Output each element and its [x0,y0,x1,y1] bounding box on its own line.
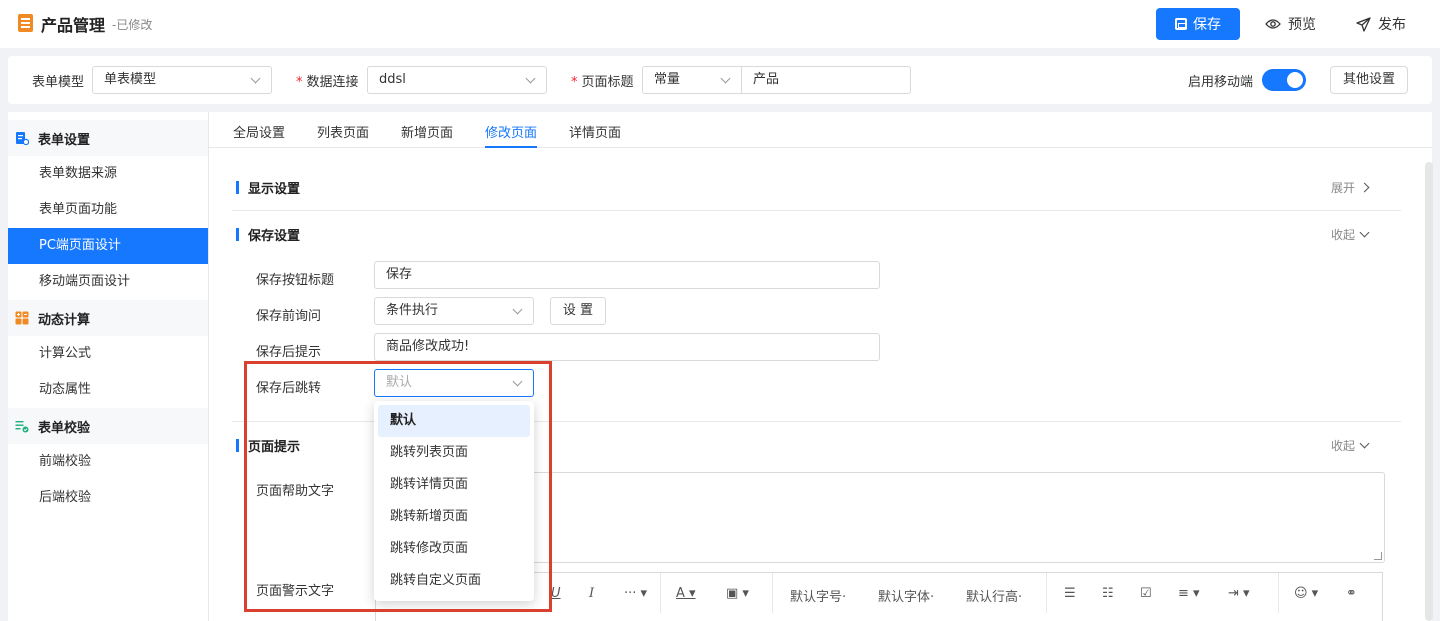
sidebar-item-pc-design[interactable]: PC端页面设计 [8,228,208,264]
data-conn-select[interactable]: ddsl [367,66,547,94]
save-button[interactable]: 保存 [1156,8,1240,40]
emoji-icon[interactable]: ☺ ▾ [1294,586,1318,601]
numbered-list-icon[interactable]: ☷ [1102,586,1114,601]
chevron-down-icon [250,73,261,84]
tab-add-page[interactable]: 新增页面 [401,122,453,148]
sidebar-group-dynamic-calc[interactable]: 动态计算 [8,300,208,336]
sidebar-item-dynamic-attr[interactable]: 动态属性 [8,372,208,408]
app-header: 产品管理 -已修改 保存 预览 发布 [0,0,1440,48]
preview-button[interactable]: 预览 [1265,14,1316,34]
pre-ask-label: 保存前询问 [256,309,322,324]
calculator-icon [15,311,29,325]
collapse-toggle[interactable]: 收起 [1331,226,1370,243]
collapse-toggle[interactable]: 收起 [1331,437,1370,454]
tab-list-page[interactable]: 列表页面 [317,122,369,148]
post-tip-label: 保存后提示 [256,345,322,360]
font-color-icon[interactable]: A ▾ [676,586,696,601]
bg-color-icon[interactable]: ▣ ▾ [726,586,749,601]
italic-icon[interactable]: I [589,586,594,601]
mobile-label: 启用移动端 [1188,75,1254,90]
form-model-select[interactable]: 单表模型 [92,66,272,94]
more-icon[interactable]: ··· ▾ [624,586,647,601]
tab-edit-page[interactable]: 修改页面 [485,122,538,148]
eye-icon [1265,19,1281,29]
form-settings-icon [16,132,29,145]
chevron-down-icon [1359,438,1370,449]
save-btn-title-input[interactable]: 保存 [374,261,880,289]
page-title-label: * 页面标题 [571,75,634,90]
indent-icon[interactable]: ⇥ ▾ [1228,586,1250,601]
chevron-right-icon [1359,182,1370,193]
save-icon [1175,18,1187,30]
form-model-label: 表单模型 [32,75,85,90]
divider [232,210,1401,211]
sidebar-item-backend-validation[interactable]: 后端校验 [8,480,208,516]
font-size-select[interactable]: 默认字号· [790,586,846,605]
post-tip-input[interactable]: 商品修改成功! [374,333,880,361]
align-icon[interactable]: ≡ ▾ [1178,586,1200,601]
pre-ask-select[interactable]: 条件执行 [374,297,534,325]
scrollbar[interactable] [1425,162,1433,621]
line-height-select[interactable]: 默认行高· [966,586,1022,605]
link-icon[interactable]: ⚭ [1346,586,1357,601]
modified-status: -已修改 [112,18,153,32]
page-title-input[interactable]: 产品 [741,66,911,94]
data-conn-label: * 数据连接 [296,75,359,90]
page-title-type-select[interactable]: 常量 [642,66,742,94]
checklist-icon[interactable]: ☑ [1140,586,1152,601]
sidebar-group-form-settings[interactable]: 表单设置 [8,120,208,156]
chevron-down-icon [1359,227,1370,238]
resize-grip-icon[interactable] [1374,552,1382,560]
sidebar-item-formula[interactable]: 计算公式 [8,336,208,372]
sidebar-group-validation[interactable]: 表单校验 [8,408,208,444]
send-icon [1356,16,1371,32]
expand-toggle[interactable]: 展开 [1331,179,1370,196]
sidebar-item-data-source[interactable]: 表单数据来源 [8,156,208,192]
underline-icon[interactable]: U [551,586,561,601]
sidebar-item-page-function[interactable]: 表单页面功能 [8,192,208,228]
page-title: 产品管理 [41,16,106,35]
section-title-save: 保存设置 [236,225,300,244]
chevron-down-icon [512,304,523,315]
chevron-down-icon [525,73,536,84]
annotation-highlight-box [244,361,552,612]
tab-detail-page[interactable]: 详情页面 [569,122,621,148]
tab-global-settings[interactable]: 全局设置 [233,122,285,148]
sidebar-item-mobile-design[interactable]: 移动端页面设计 [8,264,208,300]
publish-button[interactable]: 发布 [1356,14,1406,34]
page-tabs: 全局设置 列表页面 新增页面 修改页面 详情页面 [209,112,1433,148]
font-family-select[interactable]: 默认字体· [878,586,934,605]
other-settings-button[interactable]: 其他设置 [1330,66,1408,94]
mobile-toggle[interactable] [1262,69,1306,91]
validation-icon [15,421,29,433]
save-btn-title-label: 保存按钮标题 [256,273,335,288]
bullet-list-icon[interactable]: ☰ [1064,586,1076,601]
section-title-display: 显示设置 [236,178,300,197]
document-icon [18,14,33,32]
sidebar: 表单设置 表单数据来源 表单页面功能 PC端页面设计 移动端页面设计 动态计算 … [8,112,208,621]
sidebar-item-frontend-validation[interactable]: 前端校验 [8,444,208,480]
chevron-down-icon [720,73,731,84]
pre-ask-settings-button[interactable]: 设 置 [550,297,606,325]
